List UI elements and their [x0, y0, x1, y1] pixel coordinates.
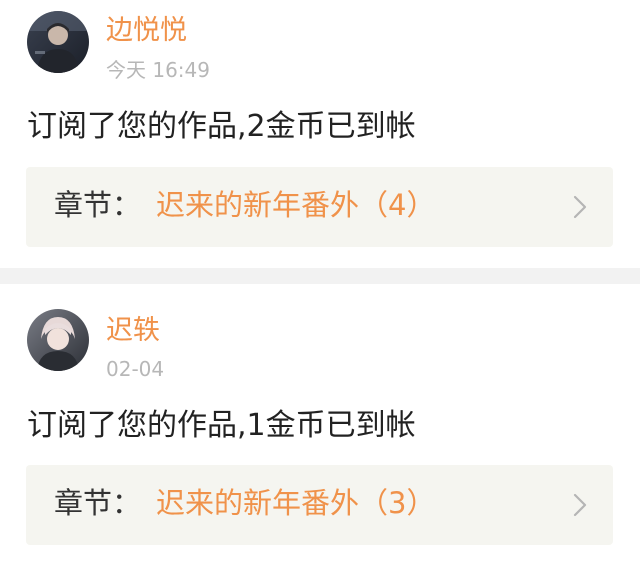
- chapter-link[interactable]: 章节： 迟来的新年番外（4）: [26, 167, 613, 247]
- chapter-label: 章节：: [54, 188, 142, 222]
- username[interactable]: 边悦悦: [106, 17, 187, 44]
- username[interactable]: 迟轶: [106, 317, 160, 344]
- divider: [0, 268, 640, 284]
- chapter-label: 章节：: [54, 486, 142, 520]
- chevron-right-icon: [573, 493, 587, 517]
- notification-card: 边悦悦 今天 16:49 订阅了您的作品,2金币已到帐 章节： 迟来的新年番外（…: [0, 0, 640, 268]
- timestamp: 02-04: [106, 357, 165, 381]
- notification-message: 订阅了您的作品,2金币已到帐: [27, 109, 416, 144]
- notification-message: 订阅了您的作品,1金币已到帐: [27, 408, 416, 443]
- chapter-title: 迟来的新年番外（3）: [156, 486, 436, 520]
- notification-card: 迟轶 02-04 订阅了您的作品,1金币已到帐 章节： 迟来的新年番外（3）: [0, 284, 640, 561]
- notification-feed: 边悦悦 今天 16:49 订阅了您的作品,2金币已到帐 章节： 迟来的新年番外（…: [0, 0, 640, 561]
- timestamp: 今天 16:49: [106, 58, 210, 82]
- avatar[interactable]: [27, 309, 89, 371]
- chapter-link[interactable]: 章节： 迟来的新年番外（3）: [26, 465, 613, 545]
- avatar[interactable]: [27, 11, 89, 73]
- chevron-right-icon: [573, 195, 587, 219]
- chapter-title: 迟来的新年番外（4）: [156, 188, 436, 222]
